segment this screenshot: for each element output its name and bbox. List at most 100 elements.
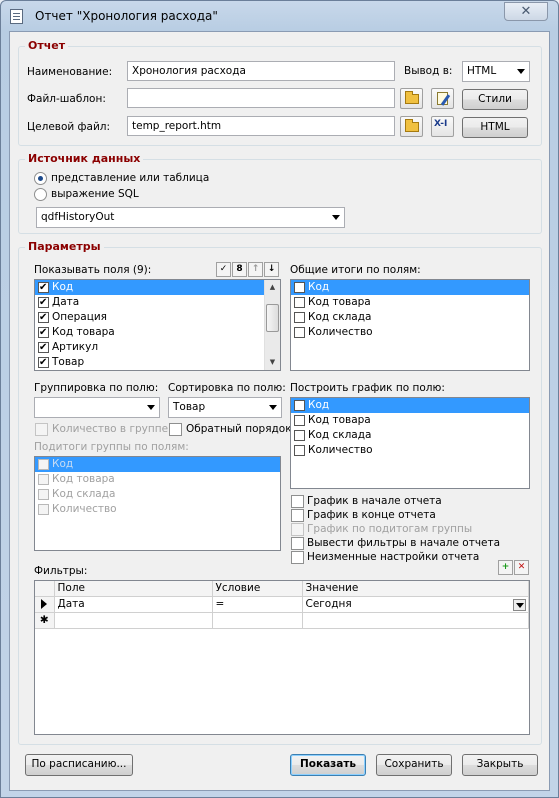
- chart-option-checkbox[interactable]: [291, 523, 304, 536]
- list-item-checkbox[interactable]: [294, 297, 305, 308]
- chart-option-checkbox[interactable]: [291, 509, 304, 522]
- list-item[interactable]: Операция: [35, 310, 280, 325]
- list-item[interactable]: Артикул: [35, 340, 280, 355]
- check-all-button[interactable]: ✓: [216, 262, 231, 277]
- header-field[interactable]: Поле: [54, 581, 213, 597]
- list-item[interactable]: Код товара: [35, 325, 280, 340]
- chart-option-label[interactable]: График в начале отчета: [307, 495, 442, 507]
- scroll-down-icon[interactable]: ▼: [265, 355, 280, 370]
- name-field[interactable]: Хронология расхода: [127, 61, 395, 81]
- header-condition[interactable]: Условие: [212, 581, 303, 597]
- save-button[interactable]: Сохранить: [376, 754, 452, 776]
- close-window-button[interactable]: ✕: [504, 2, 548, 21]
- list-item[interactable]: Дата: [35, 295, 280, 310]
- styles-button[interactable]: Стили: [462, 89, 528, 110]
- list-item-checkbox[interactable]: [294, 415, 305, 426]
- xsl-button[interactable]: X-I: [431, 116, 454, 137]
- filter-field-cell[interactable]: Дата: [54, 596, 213, 613]
- close-button[interactable]: Закрыть: [462, 754, 538, 776]
- list-item[interactable]: Код товара: [291, 295, 529, 310]
- list-item[interactable]: Количество: [291, 443, 529, 458]
- filters-grid[interactable]: Поле Условие Значение Дата = Сегодня ✱: [34, 580, 530, 735]
- chart-option-checkbox[interactable]: [291, 495, 304, 508]
- list-item[interactable]: Код: [35, 457, 280, 472]
- radio-sql[interactable]: [34, 188, 47, 201]
- chart-option-label[interactable]: График в конце отчета: [307, 509, 436, 521]
- header-value[interactable]: Значение: [302, 581, 529, 597]
- add-filter-button[interactable]: +: [498, 560, 513, 575]
- list-item-checkbox[interactable]: [38, 459, 49, 470]
- schedule-button[interactable]: По расписанию...: [25, 754, 133, 776]
- list-item[interactable]: Количество: [291, 325, 529, 340]
- scroll-up-icon[interactable]: ▲: [265, 280, 280, 295]
- new-field-cell[interactable]: [54, 612, 213, 629]
- radio-view[interactable]: [34, 172, 47, 185]
- chevron-down-icon[interactable]: [513, 599, 526, 611]
- output-select[interactable]: HTML: [462, 61, 530, 82]
- new-value-cell[interactable]: [302, 612, 529, 629]
- list-item-checkbox[interactable]: [294, 282, 305, 293]
- template-field[interactable]: [127, 88, 395, 108]
- radio-sql-label[interactable]: выражение SQL: [51, 188, 139, 200]
- chart-option-label[interactable]: График по подитогам группы: [307, 523, 472, 535]
- list-item[interactable]: Товар: [35, 355, 280, 370]
- chart-option-label[interactable]: Неизменные настройки отчета: [307, 551, 479, 563]
- show-fields-list[interactable]: Код Дата Операция Код товара Артикул Товар ▲ …: [34, 279, 281, 371]
- show-fields-scrollbar[interactable]: ▲ ▼: [264, 280, 280, 370]
- list-item-checkbox[interactable]: [294, 445, 305, 456]
- sort-by-select[interactable]: Товар: [168, 397, 282, 418]
- filter-condition-cell[interactable]: =: [212, 596, 303, 613]
- source-select[interactable]: qdfHistoryOut: [36, 207, 345, 228]
- count-in-group-checkbox[interactable]: [35, 423, 48, 436]
- list-item-checkbox[interactable]: [294, 327, 305, 338]
- list-item[interactable]: Код: [291, 280, 529, 295]
- list-item-checkbox[interactable]: [38, 310, 49, 325]
- list-item[interactable]: Код склада: [291, 428, 529, 443]
- open-template-button[interactable]: [400, 88, 423, 109]
- remove-filter-button[interactable]: ✕: [514, 560, 529, 575]
- list-item-checkbox[interactable]: [38, 474, 49, 485]
- scroll-thumb[interactable]: [266, 304, 279, 332]
- list-item[interactable]: Код: [35, 280, 280, 295]
- chart-fields-list[interactable]: Код Код товара Код склада Количество: [290, 397, 530, 489]
- table-row[interactable]: Дата = Сегодня: [35, 596, 529, 613]
- new-condition-cell[interactable]: [212, 612, 303, 629]
- html-button[interactable]: HTML: [462, 117, 528, 138]
- list-item-checkbox[interactable]: [294, 312, 305, 323]
- list-item[interactable]: Код товара: [35, 472, 280, 487]
- list-item[interactable]: Код склада: [35, 487, 280, 502]
- list-item[interactable]: Код товара: [291, 413, 529, 428]
- template-label: Файл-шаблон:: [27, 93, 106, 105]
- edit-template-button[interactable]: [431, 88, 454, 109]
- list-item-checkbox[interactable]: [38, 295, 49, 310]
- list-item-label: Количество: [308, 444, 373, 456]
- list-item[interactable]: Количество: [35, 502, 280, 517]
- reverse-order-checkbox[interactable]: [169, 423, 182, 436]
- new-row[interactable]: ✱: [35, 612, 529, 629]
- list-item-checkbox[interactable]: [294, 430, 305, 441]
- list-item-checkbox[interactable]: [38, 280, 49, 295]
- list-item[interactable]: Код: [291, 398, 529, 413]
- list-item-checkbox[interactable]: [38, 355, 49, 370]
- target-field[interactable]: temp_report.htm: [127, 116, 395, 136]
- list-item-checkbox[interactable]: [38, 340, 49, 355]
- open-target-button[interactable]: [400, 116, 423, 137]
- chart-option-checkbox[interactable]: [291, 537, 304, 550]
- subtotals-list[interactable]: Код Код товара Код склада Количество: [34, 456, 281, 551]
- radio-view-label[interactable]: представление или таблица: [51, 172, 209, 184]
- group-by-select[interactable]: [34, 397, 160, 418]
- chart-option-checkbox[interactable]: [291, 551, 304, 564]
- list-item-checkbox[interactable]: [38, 504, 49, 515]
- move-down-button[interactable]: ↓: [264, 262, 279, 277]
- filter-value-cell[interactable]: Сегодня: [302, 596, 529, 613]
- show-button[interactable]: Показать: [290, 754, 366, 776]
- totals-list[interactable]: Код Код товара Код склада Количество: [290, 279, 530, 371]
- reverse-order-label[interactable]: Обратный порядок: [186, 423, 292, 435]
- list-item[interactable]: Код склада: [291, 310, 529, 325]
- move-up-button[interactable]: ↑: [248, 262, 263, 277]
- list-item-checkbox[interactable]: [294, 400, 305, 411]
- list-item-checkbox[interactable]: [38, 325, 49, 340]
- uncheck-button[interactable]: 8: [232, 262, 247, 277]
- chart-option-label[interactable]: Вывести фильтры в начале отчета: [307, 537, 500, 549]
- list-item-checkbox[interactable]: [38, 489, 49, 500]
